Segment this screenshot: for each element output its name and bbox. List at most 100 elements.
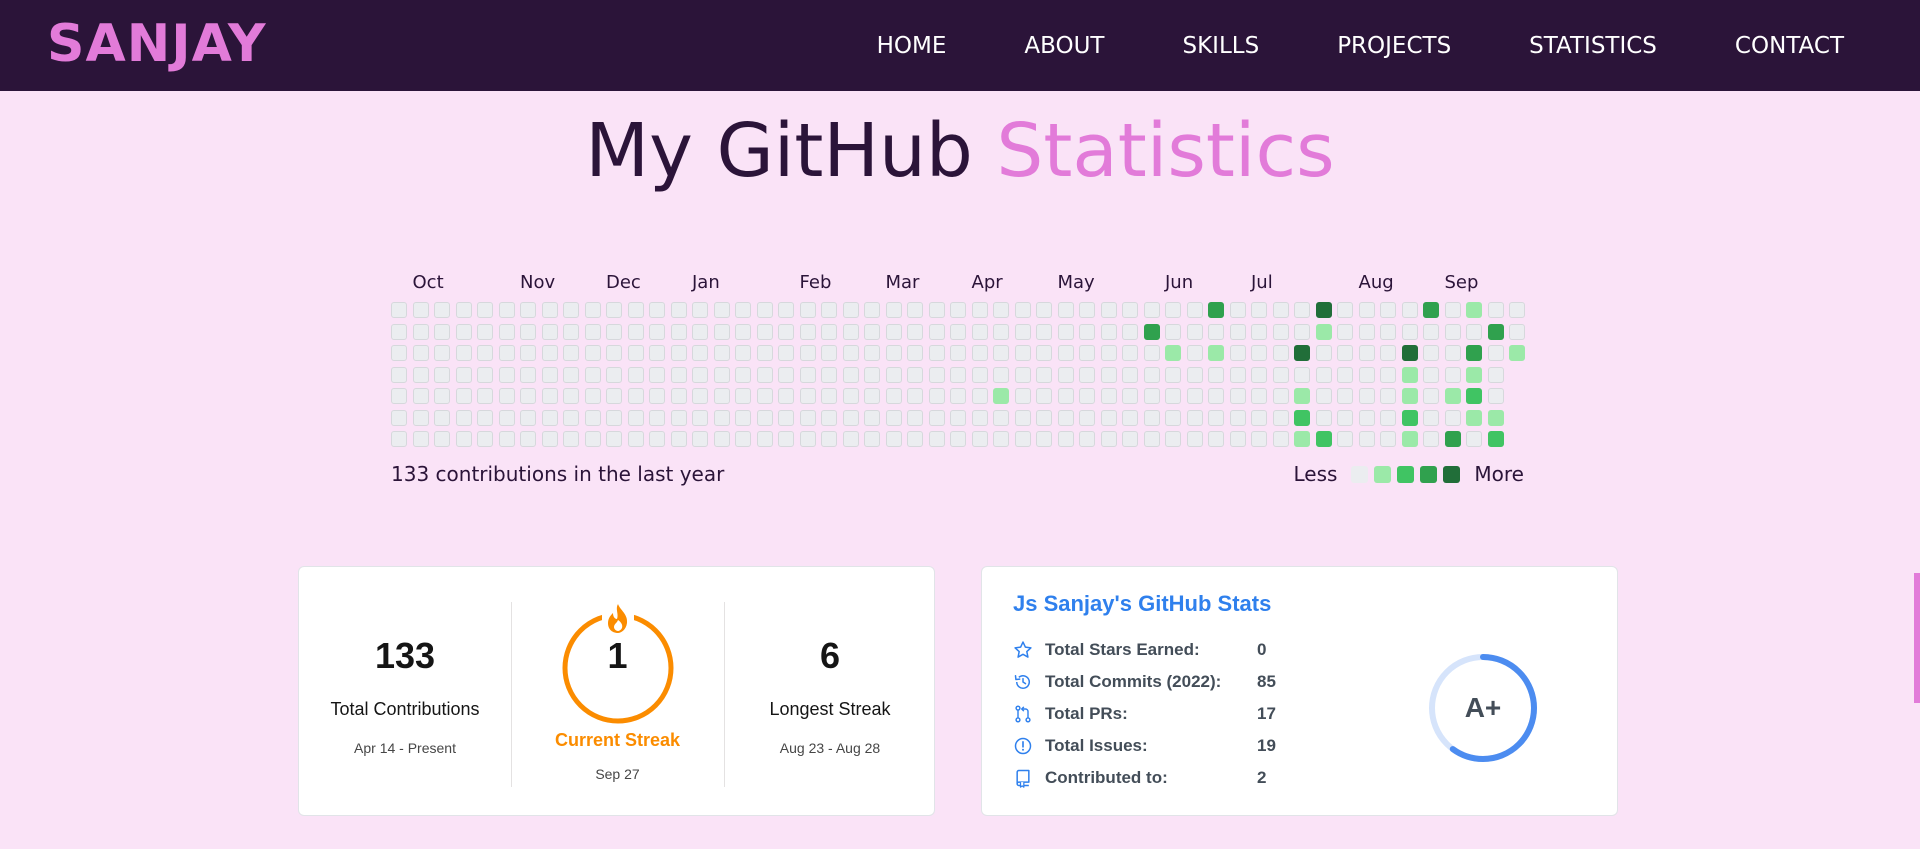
contribution-cell[interactable] [1186, 345, 1203, 361]
contribution-cell[interactable] [993, 302, 1009, 318]
contribution-cell[interactable] [670, 345, 687, 361]
contribution-cell[interactable] [1509, 323, 1525, 340]
contribution-cell[interactable] [1122, 302, 1138, 318]
contribution-cell[interactable] [520, 323, 536, 340]
contribution-cell[interactable] [778, 323, 794, 340]
contribution-cell[interactable] [412, 366, 429, 383]
contribution-cell[interactable] [1380, 345, 1396, 361]
nav-skills[interactable]: SKILLS [1182, 33, 1259, 59]
contribution-cell[interactable] [606, 388, 622, 404]
contribution-cell[interactable] [1401, 366, 1418, 383]
contribution-cell[interactable] [1401, 388, 1418, 404]
contribution-cell[interactable] [649, 409, 665, 426]
contribution-cell[interactable] [649, 431, 665, 447]
contribution-cell[interactable] [1466, 409, 1482, 426]
contribution-cell[interactable] [907, 345, 923, 361]
contribution-cell[interactable] [1014, 388, 1031, 404]
contribution-cell[interactable] [842, 302, 859, 318]
contribution-cell[interactable] [584, 345, 601, 361]
contribution-cell[interactable] [455, 388, 472, 404]
contribution-cell[interactable] [993, 431, 1009, 447]
contribution-cell[interactable] [885, 409, 902, 426]
contribution-cell[interactable] [1466, 302, 1482, 318]
contribution-cell[interactable] [1186, 431, 1203, 447]
nav-statistics[interactable]: STATISTICS [1529, 33, 1657, 59]
contribution-cell[interactable] [606, 345, 622, 361]
contribution-cell[interactable] [1229, 323, 1246, 340]
contribution-cell[interactable] [1036, 388, 1052, 404]
contribution-cell[interactable] [1251, 388, 1267, 404]
contribution-cell[interactable] [756, 345, 773, 361]
contribution-cell[interactable] [907, 366, 923, 383]
contribution-cell[interactable] [756, 388, 773, 404]
contribution-cell[interactable] [1122, 323, 1138, 340]
contribution-cell[interactable] [971, 366, 988, 383]
contribution-cell[interactable] [649, 323, 665, 340]
contribution-cell[interactable] [1509, 345, 1525, 361]
contribution-cell[interactable] [821, 366, 837, 383]
contribution-cell[interactable] [799, 409, 816, 426]
contribution-cell[interactable] [692, 409, 708, 426]
contribution-cell[interactable] [627, 409, 644, 426]
contribution-cell[interactable] [1143, 323, 1160, 340]
contribution-cell[interactable] [1380, 323, 1396, 340]
contribution-cell[interactable] [670, 366, 687, 383]
contribution-cell[interactable] [928, 409, 945, 426]
contribution-cell[interactable] [1337, 431, 1353, 447]
contribution-cell[interactable] [799, 345, 816, 361]
contribution-cell[interactable] [1036, 323, 1052, 340]
contribution-cell[interactable] [1165, 345, 1181, 361]
contribution-cell[interactable] [1057, 431, 1074, 447]
contribution-cell[interactable] [1294, 388, 1310, 404]
contribution-cell[interactable] [1272, 345, 1289, 361]
contribution-cell[interactable] [670, 388, 687, 404]
contribution-cell[interactable] [1122, 431, 1138, 447]
contribution-cell[interactable] [477, 345, 493, 361]
contribution-cell[interactable] [885, 302, 902, 318]
contribution-cell[interactable] [1272, 302, 1289, 318]
contribution-cell[interactable] [627, 366, 644, 383]
contribution-cell[interactable] [821, 431, 837, 447]
contribution-cell[interactable] [864, 409, 880, 426]
contribution-cell[interactable] [1401, 431, 1418, 447]
contribution-cell[interactable] [1337, 323, 1353, 340]
contribution-cell[interactable] [1272, 431, 1289, 447]
contribution-cell[interactable] [1251, 366, 1267, 383]
contribution-cell[interactable] [1143, 409, 1160, 426]
contribution-cell[interactable] [391, 302, 407, 318]
contribution-cell[interactable] [455, 431, 472, 447]
contribution-cell[interactable] [993, 366, 1009, 383]
contribution-cell[interactable] [1186, 388, 1203, 404]
contribution-cell[interactable] [1143, 302, 1160, 318]
contribution-cell[interactable] [1143, 345, 1160, 361]
contribution-cell[interactable] [1229, 409, 1246, 426]
contribution-cell[interactable] [563, 366, 579, 383]
contribution-cell[interactable] [1186, 366, 1203, 383]
contribution-cell[interactable] [1315, 323, 1332, 340]
nav-about[interactable]: ABOUT [1024, 33, 1104, 59]
contribution-cell[interactable] [1079, 366, 1095, 383]
contribution-cell[interactable] [950, 366, 966, 383]
contribution-cell[interactable] [541, 302, 558, 318]
contribution-cell[interactable] [971, 388, 988, 404]
contribution-cell[interactable] [563, 323, 579, 340]
nav-contact[interactable]: CONTACT [1735, 33, 1844, 59]
contribution-cell[interactable] [842, 431, 859, 447]
contribution-cell[interactable] [1444, 409, 1461, 426]
contribution-cell[interactable] [1401, 345, 1418, 361]
contribution-cell[interactable] [563, 302, 579, 318]
contribution-cell[interactable] [756, 302, 773, 318]
contribution-cell[interactable] [713, 409, 730, 426]
contribution-cell[interactable] [455, 366, 472, 383]
contribution-cell[interactable] [412, 409, 429, 426]
contribution-cell[interactable] [563, 409, 579, 426]
contribution-cell[interactable] [1165, 409, 1181, 426]
contribution-cell[interactable] [756, 366, 773, 383]
contribution-cell[interactable] [412, 388, 429, 404]
contribution-cell[interactable] [520, 409, 536, 426]
contribution-cell[interactable] [993, 388, 1009, 404]
contribution-cell[interactable] [1401, 302, 1418, 318]
contribution-cell[interactable] [520, 431, 536, 447]
contribution-cell[interactable] [1036, 302, 1052, 318]
contribution-cell[interactable] [993, 345, 1009, 361]
